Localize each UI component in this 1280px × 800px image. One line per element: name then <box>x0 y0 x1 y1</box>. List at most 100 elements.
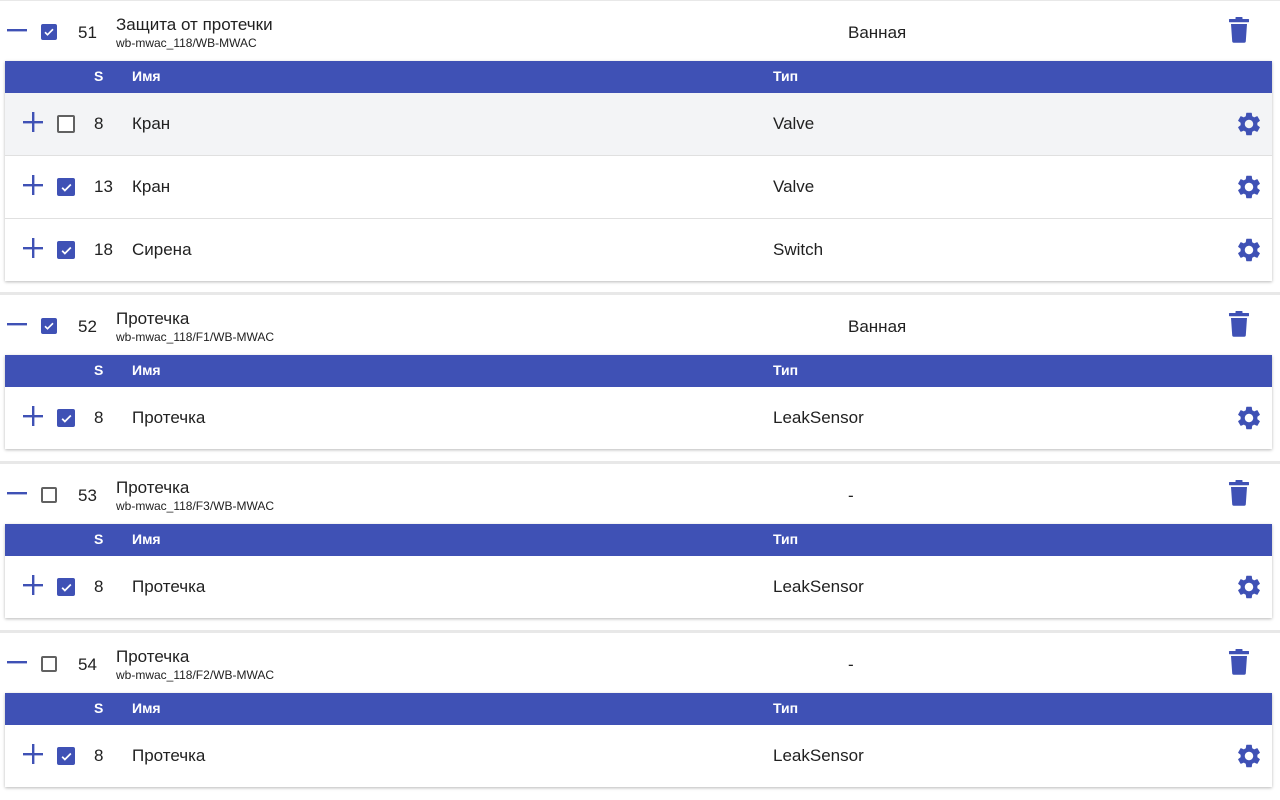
group-name: Протечка <box>116 647 190 666</box>
gear-icon <box>1238 175 1260 199</box>
table-header: S Имя Тип <box>5 61 1272 93</box>
row-checkbox[interactable] <box>57 747 75 765</box>
group-header: 54 Протечка wb-mwac_118/F2/WB-MWAC - <box>0 633 1280 693</box>
column-header-s: S <box>94 531 104 547</box>
check-icon <box>61 752 71 761</box>
settings-button[interactable] <box>1235 236 1263 264</box>
group-path: wb-mwac_118/WB-MWAC <box>116 36 257 50</box>
row-checkbox[interactable] <box>57 409 75 427</box>
delete-button[interactable] <box>1227 480 1251 506</box>
row-s: 8 <box>94 114 104 133</box>
device-group: 52 Протечка wb-mwac_118/F1/WB-MWAC Ванна… <box>0 295 1280 461</box>
plus-icon <box>23 238 43 258</box>
table-row: 18 Сирена Switch <box>5 219 1272 281</box>
row-type: LeakSensor <box>773 577 864 596</box>
gear-icon <box>1238 744 1260 768</box>
trash-icon <box>1229 17 1249 43</box>
collapse-button[interactable] <box>6 483 28 505</box>
minus-icon <box>7 323 27 326</box>
trash-icon <box>1229 649 1249 675</box>
table-header: S Имя Тип <box>5 693 1272 725</box>
column-header-name: Имя <box>132 531 161 547</box>
group-room: - <box>848 486 854 505</box>
check-icon <box>44 28 54 36</box>
expand-button[interactable] <box>22 237 44 259</box>
collapse-button[interactable] <box>6 314 28 336</box>
group-id: 54 <box>78 655 97 674</box>
row-s: 18 <box>94 240 113 259</box>
row-type: Switch <box>773 240 824 259</box>
expand-button[interactable] <box>22 405 44 427</box>
group-path: wb-mwac_118/F3/WB-MWAC <box>116 499 275 513</box>
group-name: Протечка <box>116 309 190 328</box>
row-name: Кран <box>132 177 171 196</box>
minus-icon <box>7 29 27 32</box>
settings-button[interactable] <box>1235 110 1263 138</box>
expand-button[interactable] <box>22 743 44 765</box>
table-header: S Имя Тип <box>5 524 1272 556</box>
plus-icon <box>23 744 43 764</box>
gear-icon <box>1238 112 1260 136</box>
table-row: 8 Протечка LeakSensor <box>5 556 1272 618</box>
expand-button[interactable] <box>22 574 44 596</box>
delete-button[interactable] <box>1227 17 1251 43</box>
device-group: 54 Протечка wb-mwac_118/F2/WB-MWAC - S И… <box>0 633 1280 800</box>
device-list: 51 Защита от протечки wb-mwac_118/WB-MWA… <box>0 0 1280 800</box>
check-icon <box>61 414 71 423</box>
row-checkbox[interactable] <box>57 178 75 196</box>
row-checkbox[interactable] <box>57 578 75 596</box>
group-name: Защита от протечки <box>116 15 273 34</box>
column-header-name: Имя <box>132 700 161 716</box>
group-checkbox[interactable] <box>41 24 57 40</box>
group-id: 51 <box>78 23 97 42</box>
table-row: 8 Протечка LeakSensor <box>5 387 1272 449</box>
table-row: 13 Кран Valve <box>5 156 1272 219</box>
column-header-type: Тип <box>773 362 799 378</box>
row-name: Протечка <box>132 408 206 427</box>
row-s: 8 <box>94 746 104 765</box>
column-header-name: Имя <box>132 68 161 84</box>
row-checkbox[interactable] <box>57 115 75 133</box>
services-table: S Имя Тип 8 Кран Valve 13 Кран Valve 18 … <box>5 61 1272 281</box>
column-header-type: Тип <box>773 68 799 84</box>
delete-button[interactable] <box>1227 311 1251 337</box>
collapse-button[interactable] <box>6 652 28 674</box>
settings-button[interactable] <box>1235 173 1263 201</box>
gear-icon <box>1238 575 1260 599</box>
row-s: 13 <box>94 177 113 196</box>
group-path: wb-mwac_118/F2/WB-MWAC <box>116 668 275 682</box>
group-header: 51 Защита от протечки wb-mwac_118/WB-MWA… <box>0 1 1280 61</box>
row-type: Valve <box>773 114 815 133</box>
group-checkbox[interactable] <box>41 487 57 503</box>
settings-button[interactable] <box>1235 742 1263 770</box>
gear-icon <box>1238 406 1260 430</box>
row-name: Протечка <box>132 577 206 596</box>
row-checkbox[interactable] <box>57 241 75 259</box>
column-header-s: S <box>94 68 104 84</box>
settings-button[interactable] <box>1235 573 1263 601</box>
group-checkbox[interactable] <box>41 318 57 334</box>
minus-icon <box>7 661 27 664</box>
row-name: Протечка <box>132 746 206 765</box>
plus-icon <box>23 406 43 426</box>
group-room: Ванная <box>848 317 907 336</box>
collapse-button[interactable] <box>6 20 28 42</box>
gear-icon <box>1238 238 1260 262</box>
expand-button[interactable] <box>22 111 44 133</box>
row-s: 8 <box>94 577 104 596</box>
group-id: 52 <box>78 317 97 336</box>
group-checkbox[interactable] <box>41 656 57 672</box>
expand-button[interactable] <box>22 174 44 196</box>
column-header-s: S <box>94 362 104 378</box>
column-header-name: Имя <box>132 362 161 378</box>
column-header-type: Тип <box>773 531 799 547</box>
table-row: 8 Кран Valve <box>5 93 1272 156</box>
group-path: wb-mwac_118/F1/WB-MWAC <box>116 330 275 344</box>
settings-button[interactable] <box>1235 404 1263 432</box>
column-header-type: Тип <box>773 700 799 716</box>
group-room: Ванная <box>848 23 907 42</box>
device-group: 51 Защита от протечки wb-mwac_118/WB-MWA… <box>0 1 1280 292</box>
services-table: S Имя Тип 8 Протечка LeakSensor <box>5 524 1272 618</box>
check-icon <box>61 183 71 192</box>
delete-button[interactable] <box>1227 649 1251 675</box>
